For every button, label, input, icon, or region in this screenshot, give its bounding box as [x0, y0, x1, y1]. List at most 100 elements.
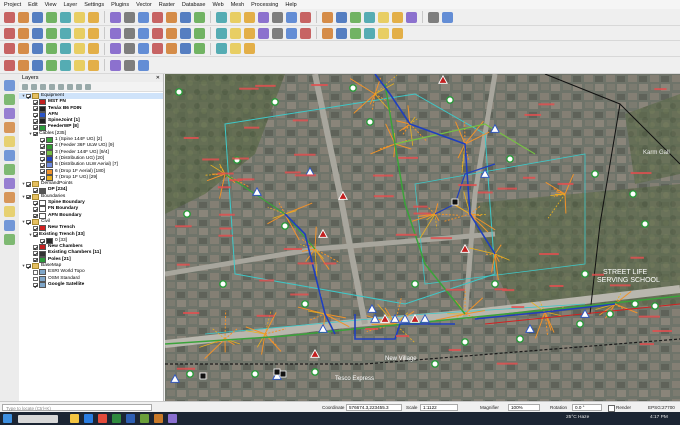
current-edits-icon[interactable] — [152, 27, 163, 39]
digitize-icon[interactable] — [194, 27, 205, 39]
pole-marker[interactable] — [631, 300, 639, 308]
layer-visibility-checkbox[interactable] — [26, 93, 31, 99]
zoom-full-icon[interactable] — [166, 11, 177, 23]
app-icon[interactable] — [154, 414, 163, 423]
menu-project[interactable]: Project — [4, 2, 21, 8]
layer-visibility-checkbox[interactable] — [33, 200, 38, 206]
new-spatialite-icon[interactable] — [46, 27, 57, 39]
menu-raster[interactable]: Raster — [159, 2, 175, 8]
add-group-icon[interactable] — [31, 83, 37, 90]
layer-visibility-checkbox[interactable] — [33, 226, 38, 231]
save-as-icon[interactable] — [46, 11, 57, 23]
add-delimited-icon[interactable] — [110, 27, 121, 39]
measure-icon[interactable] — [378, 11, 389, 23]
existing-chamber-marker[interactable] — [273, 368, 281, 376]
add-wms-layer-icon[interactable] — [4, 192, 15, 203]
simplify-icon[interactable] — [166, 43, 177, 54]
collapse-all-icon[interactable] — [76, 83, 82, 90]
layer-visibility-checkbox[interactable] — [40, 150, 45, 156]
select-value-icon[interactable] — [322, 11, 333, 23]
remove-layer-icon[interactable] — [85, 83, 91, 90]
layer-visibility-checkbox[interactable] — [40, 137, 45, 143]
reshape-icon[interactable] — [88, 43, 99, 54]
add-vector-layer-icon[interactable] — [4, 80, 15, 91]
menu-layer[interactable]: Layer — [63, 2, 77, 8]
menu-database[interactable]: Database — [182, 2, 206, 8]
python-console-icon[interactable] — [350, 27, 361, 39]
select-features-icon[interactable] — [300, 11, 311, 23]
menu-view[interactable]: View — [45, 2, 57, 8]
tracing-icon[interactable] — [124, 59, 135, 71]
new-temp-layer-icon[interactable] — [60, 27, 71, 39]
pole-marker[interactable] — [251, 370, 259, 378]
add-wms-icon[interactable] — [138, 27, 149, 39]
layer-visibility-checkbox[interactable] — [26, 263, 31, 269]
pole-marker[interactable] — [491, 280, 499, 288]
layer-visibility-checkbox[interactable] — [40, 238, 45, 244]
layer-visibility-checkbox[interactable] — [33, 100, 38, 105]
add-raster-icon[interactable] — [88, 27, 99, 39]
python-icon[interactable] — [4, 43, 15, 54]
layer-style-icon[interactable] — [18, 43, 29, 54]
filter-expression-icon[interactable] — [58, 83, 64, 90]
map-svg[interactable]: STREET LIFE SERVING SCHOOL Karm Gall Tes… — [165, 74, 680, 401]
add-vector-icon[interactable] — [74, 27, 85, 39]
fill-ring-icon[interactable] — [74, 43, 85, 54]
pole-marker[interactable] — [186, 370, 194, 378]
menu-plugins[interactable]: Plugins — [111, 2, 129, 8]
deselect-icon[interactable] — [336, 11, 347, 23]
topology-icon[interactable] — [216, 43, 227, 54]
layer-visibility-checkbox[interactable] — [40, 169, 45, 174]
label-icon[interactable] — [442, 11, 453, 23]
menu-settings[interactable]: Settings — [84, 2, 104, 8]
text-annotation-icon[interactable] — [406, 11, 417, 23]
pole-marker[interactable] — [446, 96, 454, 104]
print-layout-icon[interactable] — [60, 11, 71, 23]
layer-visibility-checkbox[interactable] — [26, 219, 31, 225]
map-tips-icon[interactable] — [428, 11, 439, 23]
node-tool-icon[interactable] — [32, 59, 43, 71]
measure-angle-icon[interactable] — [244, 43, 255, 54]
layer-visibility-checkbox[interactable] — [33, 232, 38, 237]
add-postgis-icon[interactable] — [4, 150, 15, 161]
add-postgis-icon[interactable] — [124, 27, 135, 39]
zoom-selection-icon[interactable] — [180, 11, 191, 23]
rotation-field[interactable]: 0.0 ° — [572, 403, 602, 411]
pole-marker[interactable] — [591, 170, 599, 178]
trace-icon[interactable] — [194, 43, 205, 54]
magnifier-field[interactable]: 100% — [508, 403, 540, 411]
pole-marker[interactable] — [431, 360, 439, 368]
add-mssql-icon[interactable] — [4, 164, 15, 175]
excel-icon[interactable] — [112, 414, 121, 423]
cut-icon[interactable] — [244, 27, 255, 39]
pole-marker[interactable] — [271, 98, 279, 106]
zoom-next-icon[interactable] — [230, 11, 241, 23]
layer-visibility-checkbox[interactable] — [33, 188, 38, 193]
menu-processing[interactable]: Processing — [251, 2, 278, 8]
toggle-editing-icon[interactable] — [166, 27, 177, 39]
pan-map-icon[interactable] — [110, 11, 121, 23]
add-arcgis-layer-icon[interactable] — [4, 234, 15, 245]
rectangle-icon[interactable] — [88, 59, 99, 71]
save-project-icon[interactable] — [32, 11, 43, 23]
existing-chamber-marker[interactable] — [279, 370, 287, 378]
refresh-map-icon[interactable] — [4, 59, 15, 71]
windows-start-icon[interactable] — [3, 414, 12, 423]
add-wcs-layer-icon[interactable] — [4, 206, 15, 217]
layer-visibility-checkbox[interactable] — [40, 144, 45, 149]
pole-marker[interactable] — [606, 310, 614, 318]
add-raster-layer-icon[interactable] — [4, 94, 15, 105]
pole-marker[interactable] — [516, 335, 524, 343]
add-virtual-layer-icon[interactable] — [4, 178, 15, 189]
layer-row[interactable]: Google Satellite — [19, 282, 163, 289]
pole-marker[interactable] — [301, 300, 309, 308]
paste-icon[interactable] — [272, 27, 283, 39]
layer-visibility-checkbox[interactable] — [33, 213, 38, 219]
plugin-d-icon[interactable] — [378, 27, 389, 39]
new-shapefile-icon[interactable] — [32, 27, 43, 39]
edge-icon[interactable] — [84, 414, 93, 423]
save-edits-icon[interactable] — [180, 27, 191, 39]
crs-button[interactable]: EPSG:27700 — [648, 404, 675, 411]
layer-visibility-checkbox[interactable] — [33, 131, 38, 137]
new-geopackage-icon[interactable] — [18, 27, 29, 39]
